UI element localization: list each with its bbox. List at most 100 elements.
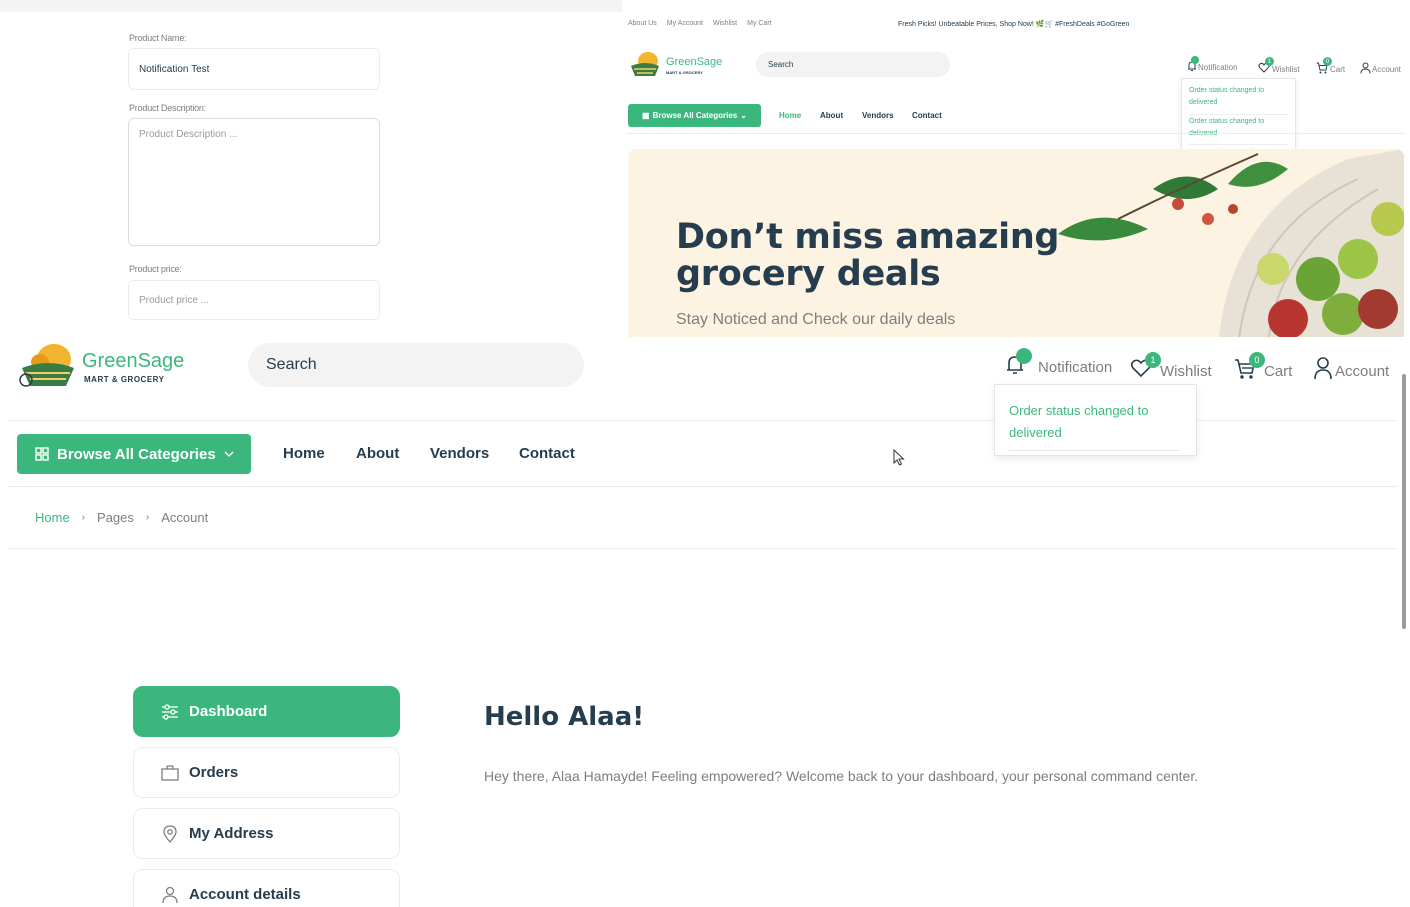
wishlist-button[interactable]: 1 Wishlist (1130, 352, 1212, 380)
mini-cart-icon: 0 (1316, 57, 1332, 74)
map-pin-icon (161, 824, 179, 843)
nav-contact[interactable]: Contact (519, 445, 575, 462)
mini-cart-button[interactable]: 0 Cart (1316, 56, 1345, 74)
breadcrumb-divider (8, 548, 1398, 549)
mini-link-about-us[interactable]: About Us (628, 20, 657, 27)
search-input[interactable]: Search (248, 343, 584, 387)
mini-hero-title-line1: Don’t miss amazing (676, 217, 1060, 257)
mini-hero-title: Don’t miss amazing grocery deals (676, 217, 1060, 294)
notification-dot (1016, 348, 1032, 364)
mini-account-button[interactable]: Account (1360, 56, 1401, 74)
chevron-down-icon (224, 451, 234, 457)
mini-wishlist-count: 1 (1265, 57, 1274, 66)
sliders-icon (161, 703, 179, 720)
cart-icon: 0 (1234, 352, 1265, 380)
notification-item[interactable]: Order status changed to delivered (1009, 400, 1179, 451)
mini-bell-icon (1186, 56, 1199, 72)
mini-heart-icon: 1 (1258, 57, 1274, 74)
product-price-input[interactable]: Product price ... (128, 280, 380, 320)
logo-icon[interactable] (16, 342, 78, 388)
mini-chevron-down-icon: ⌄ (740, 111, 747, 120)
sidebar-item-label: Dashboard (189, 703, 268, 720)
account-label: Account (1335, 363, 1390, 380)
mini-user-icon (1360, 62, 1372, 74)
mini-nav-contact[interactable]: Contact (912, 111, 942, 120)
mini-site-preview: About Us My Account Wishlist My Cart Fre… (626, 14, 1406, 337)
brand-sub: MART & GROCERY (84, 375, 165, 384)
sidebar-item-label: Orders (189, 764, 239, 781)
product-name-input[interactable]: Notification Test (128, 48, 380, 90)
mini-hero-subtitle: Stay Noticed and Check our daily deals (676, 311, 956, 328)
user-icon (1313, 356, 1333, 380)
mini-cart-label: Cart (1330, 65, 1346, 74)
mini-notification-item[interactable]: Order status changed to delivered (1189, 85, 1288, 115)
product-description-textarea[interactable]: Product Description ... (128, 118, 380, 246)
user-icon (161, 886, 179, 904)
mini-hero-title-line2: grocery deals (676, 254, 941, 294)
mini-cart-count: 0 (1323, 57, 1332, 66)
mini-link-my-account[interactable]: My Account (667, 20, 703, 27)
breadcrumb-pages[interactable]: Pages (97, 510, 134, 525)
nav-divider (8, 486, 1398, 487)
mini-top-links: About Us My Account Wishlist My Cart (628, 20, 772, 27)
sidebar-item-label: My Address (189, 825, 274, 842)
product-price-label: Product price: (129, 264, 182, 274)
mini-browse-categories-button[interactable]: ▦ Browse All Categories ⌄ (628, 104, 761, 127)
brand-name[interactable]: GreenSage (82, 350, 184, 373)
nav-about[interactable]: About (356, 445, 399, 462)
mouse-cursor-icon (893, 449, 905, 466)
mini-notification-label: Notification (1198, 63, 1238, 72)
mini-hero-banner: Don’t miss amazing grocery deals Stay No… (628, 149, 1404, 337)
scrollbar-thumb[interactable] (1402, 374, 1406, 629)
mini-notification-item[interactable]: Order status changed to delivered (1189, 115, 1288, 145)
breadcrumb-account: Account (161, 510, 209, 525)
mini-notification-dot (1191, 56, 1199, 64)
nav-vendors[interactable]: Vendors (430, 445, 489, 462)
breadcrumb-separator-icon: › (81, 512, 86, 523)
form-top-bar (0, 0, 622, 12)
wishlist-count: 1 (1145, 352, 1161, 368)
notification-dropdown: Order status changed to delivered (994, 384, 1197, 456)
sidebar-item-label: Account details (189, 886, 301, 903)
browse-categories-button[interactable]: Browse All Categories (17, 434, 251, 474)
mini-search-input[interactable]: Search (756, 52, 950, 77)
breadcrumb-home[interactable]: Home (35, 510, 70, 525)
mini-account-label: Account (1372, 65, 1401, 74)
cart-label: Cart (1264, 363, 1293, 380)
mini-nav-home[interactable]: Home (779, 111, 801, 120)
breadcrumb-separator-icon: › (145, 512, 150, 523)
sidebar-item-my-address[interactable]: My Address (133, 808, 400, 859)
nav-home[interactable]: Home (283, 445, 325, 462)
mini-link-wishlist[interactable]: Wishlist (713, 20, 737, 27)
product-name-label: Product Name: (129, 33, 187, 43)
mini-brand-name[interactable]: GreenSage (666, 56, 722, 68)
cart-button[interactable]: 0 Cart (1234, 352, 1292, 380)
breadcrumb: Home › Pages › Account (35, 510, 208, 525)
sidebar-item-account-details[interactable]: Account details (133, 869, 400, 907)
mini-link-my-cart[interactable]: My Cart (747, 20, 772, 27)
sidebar-item-dashboard[interactable]: Dashboard (133, 686, 400, 737)
mini-nav-vendors[interactable]: Vendors (862, 111, 894, 120)
product-description-label: Product Description: (129, 103, 207, 113)
mini-logo-icon[interactable] (628, 50, 662, 78)
mini-browse-label: Browse All Categories (652, 111, 738, 120)
mini-wishlist-label: Wishlist (1272, 65, 1300, 74)
welcome-text: Hey there, Alaa Hamayde! Feeling empower… (484, 768, 1199, 784)
mini-promo-text: Fresh Picks! Unbeatable Prices, Shop Now… (898, 21, 1130, 28)
hero-fruit-image (1058, 149, 1404, 337)
product-form-panel: Product Name: Notification Test Product … (0, 0, 622, 338)
account-button[interactable]: Account (1313, 352, 1389, 380)
heart-icon: 1 (1130, 352, 1161, 380)
shopping-bag-icon (161, 764, 179, 781)
page-title: Hello Alaa! (484, 702, 645, 732)
bell-icon (1004, 348, 1032, 376)
sidebar-item-orders[interactable]: Orders (133, 747, 400, 798)
browse-label: Browse All Categories (57, 445, 216, 463)
mini-grid-icon: ▦ (642, 111, 650, 120)
mini-divider (626, 133, 1406, 134)
mini-nav-about[interactable]: About (820, 111, 843, 120)
mini-wishlist-button[interactable]: 1 Wishlist (1258, 56, 1300, 74)
mini-notification-button[interactable]: Notification (1186, 56, 1238, 72)
notification-label: Notification (1038, 359, 1113, 376)
notification-button[interactable]: Notification (1004, 348, 1113, 376)
